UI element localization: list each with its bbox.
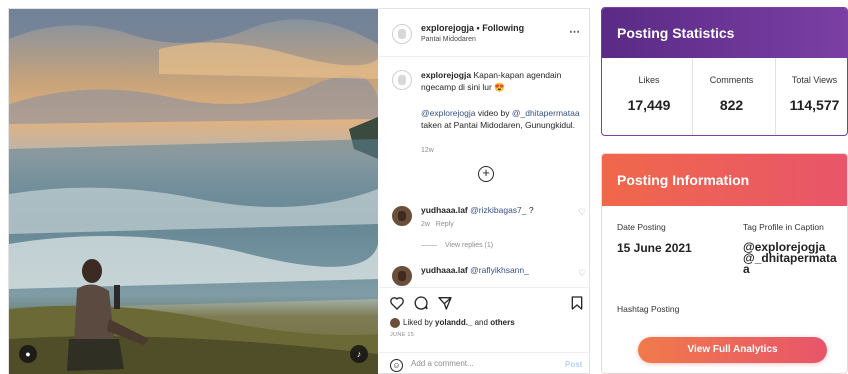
user-tag-icon[interactable]: ●	[19, 345, 37, 363]
info-title: Posting Information	[617, 172, 750, 188]
comment-like-heart-icon[interactable]: ♡	[578, 269, 587, 278]
posting-statistics-card: Posting Statistics Likes 17,449 Comments…	[601, 7, 848, 136]
comment-avatar[interactable]	[392, 266, 412, 286]
comment-item: yudhaaa.laf @raflyikhsann_	[421, 265, 561, 276]
like-heart-icon[interactable]	[389, 295, 405, 311]
stat-value: 822	[719, 97, 744, 113]
caption-time: 12w	[421, 147, 434, 154]
load-more-comments-button[interactable]: +	[478, 166, 494, 182]
date-posting-label: Date Posting	[617, 222, 666, 232]
username-text[interactable]: explorejogja	[421, 23, 474, 33]
add-comment-input[interactable]	[411, 359, 541, 368]
comment-time: 2w	[421, 221, 430, 228]
post-date: JUNE 15	[390, 332, 415, 338]
post-username[interactable]: explorejogja • Following	[421, 23, 524, 33]
liked-by-avatar[interactable]	[390, 318, 400, 328]
credit-text-1: video by	[477, 108, 510, 118]
comment-text: ?	[528, 205, 534, 215]
comment-mention[interactable]: @raflyikhsann_	[470, 265, 529, 275]
view-full-analytics-button[interactable]: View Full Analytics	[638, 337, 827, 363]
post-comment-button[interactable]: Post	[565, 360, 582, 369]
stat-label: Comments	[709, 75, 754, 85]
credit-text-2: taken at Pantai Midodaren, Gunungkidul.	[421, 120, 576, 130]
tag-profile-label: Tag Profile in Caption	[743, 222, 824, 232]
posting-information-card: Posting Information Date Posting 15 June…	[601, 153, 848, 374]
caption-emoji: 😍	[494, 82, 505, 92]
post-actions: Liked by yolandd._ and others JUNE 15 ☺ …	[379, 287, 591, 374]
stat-label: Total Views	[791, 75, 838, 85]
tag-profile-value: @explorejogja @_dhitapermataa	[743, 241, 843, 276]
liked-by-text: Liked by yolandd._ and others	[403, 318, 515, 327]
emoji-icon[interactable]: ☺	[390, 359, 403, 372]
tag-profile-2[interactable]: @_dhitapermataa	[743, 251, 837, 276]
caption-username[interactable]: explorejogja	[421, 70, 471, 80]
comment-avatar[interactable]	[392, 206, 412, 226]
comment-like-heart-icon[interactable]: ♡	[578, 208, 587, 217]
stat-value: 17,449	[627, 97, 671, 113]
caption-credit: @explorejogja video by @_dhitapermataa t…	[421, 107, 583, 131]
liked-by-and: and	[474, 318, 488, 327]
comment-bubble-icon[interactable]	[413, 295, 429, 311]
avatar[interactable]	[392, 24, 412, 44]
share-send-icon[interactable]	[437, 295, 453, 311]
photo-scene	[9, 9, 378, 374]
stats-title: Posting Statistics	[617, 25, 735, 41]
bookmark-icon[interactable]	[569, 295, 585, 311]
comment-mention[interactable]: @rizkibagas7_	[470, 205, 526, 215]
add-comment-row: ☺ Post	[379, 352, 591, 374]
stat-label: Likes	[638, 75, 660, 85]
date-posting-value: 15 June 2021	[617, 241, 692, 255]
stat-likes: Likes 17,449	[610, 58, 688, 135]
liked-by-prefix: Liked by	[403, 318, 433, 327]
stat-comments: Comments 822	[692, 58, 770, 135]
audio-icon[interactable]: ♪	[350, 345, 368, 363]
stats-header: Posting Statistics	[602, 8, 847, 58]
comment-item: yudhaaa.laf @rizkibagas7_ ?	[421, 205, 561, 216]
comment-username[interactable]: yudhaaa.laf	[421, 265, 468, 275]
more-horizontal-icon[interactable]: ⋯	[569, 25, 581, 38]
credit-mention-2[interactable]: @_dhitapermataa	[512, 108, 580, 118]
hashtag-posting-label: Hashtag Posting	[617, 304, 680, 314]
credit-mention-1[interactable]: @explorejogja	[421, 108, 475, 118]
caption-text: explorejogja Kapan-kapan agendain ngecam…	[421, 69, 583, 93]
instagram-post-card: ● ♪ explorejogja • Following Pantai Mido…	[8, 8, 591, 374]
post-location[interactable]: Pantai Midodaren	[421, 36, 476, 43]
following-label[interactable]: Following	[482, 23, 524, 33]
comment-meta: 2w Reply	[421, 221, 454, 228]
info-header: Posting Information	[602, 154, 847, 206]
liked-by-user[interactable]: yolandd._	[435, 318, 472, 327]
stat-total-views: Total Views 114,577	[775, 58, 847, 135]
post-header: explorejogja • Following Pantai Midodare…	[379, 9, 591, 57]
post-sidebar: explorejogja • Following Pantai Midodare…	[379, 9, 591, 374]
reply-button[interactable]: Reply	[436, 221, 454, 228]
liked-by-others[interactable]: others	[490, 318, 514, 327]
caption-avatar[interactable]	[392, 70, 412, 90]
stat-value: 114,577	[789, 97, 840, 113]
view-replies-button[interactable]: View replies (1)	[421, 242, 493, 249]
post-photo[interactable]: ● ♪	[9, 9, 378, 374]
comment-username[interactable]: yudhaaa.laf	[421, 205, 468, 215]
